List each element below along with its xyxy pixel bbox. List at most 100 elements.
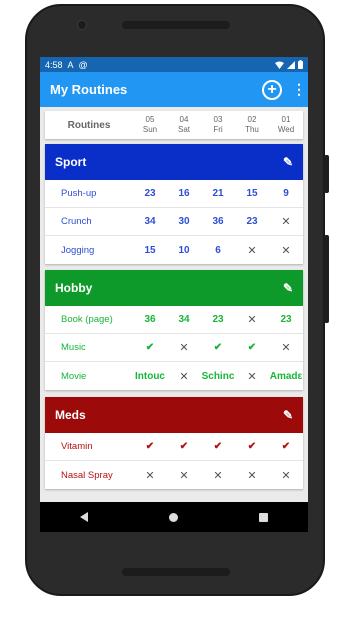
routine-name: Vitamin	[61, 441, 93, 452]
check-icon[interactable]: ✔	[133, 441, 167, 452]
cross-icon[interactable]: ✕	[269, 469, 303, 482]
category-header[interactable]: Hobby ✎	[45, 270, 303, 306]
cross-icon[interactable]: ✕	[269, 244, 303, 257]
cross-icon[interactable]: ✕	[269, 341, 303, 354]
routine-value[interactable]: 23	[235, 216, 269, 227]
category-card-meds: Meds ✎ Vitamin ✔ ✔ ✔ ✔ ✔ Nasal Spray ✕ ✕ ✕ ✕ ✕	[45, 397, 303, 489]
date-number: 01	[281, 115, 291, 124]
routine-value[interactable]: Schinc	[201, 371, 235, 382]
routine-value[interactable]: 10	[167, 245, 201, 256]
routine-value[interactable]: 36	[133, 314, 167, 325]
volume-button	[324, 235, 329, 323]
routine-name: Movie	[61, 370, 87, 382]
check-icon[interactable]: ✔	[235, 342, 269, 353]
cross-icon[interactable]: ✕	[167, 370, 201, 383]
app-title: My Routines	[50, 82, 128, 97]
cross-icon[interactable]: ✕	[167, 469, 201, 482]
cross-icon[interactable]: ✕	[235, 244, 269, 257]
routine-row[interactable]: Push-up 23 16 21 15 9	[45, 180, 303, 208]
routine-name: Music	[61, 342, 86, 353]
check-icon[interactable]: ✔	[235, 441, 269, 452]
routine-value[interactable]: 21	[201, 188, 235, 199]
cross-icon[interactable]: ✕	[235, 313, 269, 326]
date-column[interactable]: 01 Wed	[269, 115, 303, 135]
category-card-sport: Sport ✎ Push-up 23 16 21 15 9 Crunch 34 30 36 23 ✕ Jog…	[45, 144, 303, 264]
sync-icon: @	[78, 59, 88, 70]
category-header[interactable]: Meds ✎	[45, 397, 303, 433]
routine-name: Book (page)	[61, 314, 113, 325]
routine-value[interactable]: 34	[167, 314, 201, 325]
routine-value[interactable]: 9	[269, 188, 303, 199]
recents-icon[interactable]	[258, 512, 268, 522]
battery-icon	[298, 60, 303, 69]
routine-value[interactable]: 36	[201, 216, 235, 227]
routine-name: Crunch	[61, 216, 92, 227]
routine-row[interactable]: Crunch 34 30 36 23 ✕	[45, 208, 303, 236]
pencil-icon[interactable]: ✎	[283, 155, 293, 169]
cross-icon[interactable]: ✕	[167, 341, 201, 354]
check-icon[interactable]: ✔	[167, 441, 201, 452]
routine-name: Push-up	[61, 188, 97, 199]
routines-list[interactable]: Routines 05 Sun 04 Sat 03 Fri 02 Thu 01 Wed S…	[40, 107, 308, 530]
date-weekday: Fri	[213, 125, 223, 134]
date-column[interactable]: 02 Thu	[235, 115, 269, 135]
date-column[interactable]: 05 Sun	[133, 115, 167, 135]
category-title: Meds	[55, 408, 86, 422]
routine-value[interactable]: 23	[133, 188, 167, 199]
routine-value[interactable]: 23	[269, 314, 303, 325]
pencil-icon[interactable]: ✎	[283, 408, 293, 422]
routine-value[interactable]: 34	[133, 216, 167, 227]
date-column[interactable]: 04 Sat	[167, 115, 201, 135]
cross-icon[interactable]: ✕	[235, 370, 269, 383]
earpiece-speaker	[122, 21, 230, 29]
front-camera	[77, 20, 87, 30]
pencil-icon[interactable]: ✎	[283, 281, 293, 295]
cross-icon[interactable]: ✕	[235, 469, 269, 482]
routine-row[interactable]: Movie Intouc ✕ Schinc ✕ Amadε	[45, 362, 303, 390]
status-time: 4:58	[45, 59, 63, 70]
back-icon[interactable]	[80, 512, 89, 522]
date-column[interactable]: 03 Fri	[201, 115, 235, 135]
check-icon[interactable]: ✔	[269, 441, 303, 452]
wifi-icon	[275, 61, 284, 69]
screen: 4:58 A @ My Routines + ⋮ Routines 05 Sun …	[40, 57, 308, 532]
app-bar: My Routines + ⋮	[40, 72, 308, 107]
more-options-button[interactable]: ⋮	[292, 81, 306, 98]
date-weekday: Sat	[177, 125, 190, 134]
date-header: Routines 05 Sun 04 Sat 03 Fri 02 Thu 01 Wed	[45, 111, 303, 139]
plus-icon: +	[267, 80, 277, 98]
date-number: 02	[247, 115, 257, 124]
cross-icon[interactable]: ✕	[269, 215, 303, 228]
date-weekday: Thu	[245, 125, 259, 134]
routine-value[interactable]: Intouc	[133, 371, 167, 382]
check-icon[interactable]: ✔	[201, 441, 235, 452]
routine-name: Nasal Spray	[61, 469, 113, 481]
signal-icon	[287, 60, 295, 69]
status-bar: 4:58 A @	[40, 57, 308, 72]
category-card-hobby: Hobby ✎ Book (page) 36 34 23 ✕ 23 Music ✔ ✕ ✔ ✔ ✕ Movi…	[45, 270, 303, 390]
home-icon[interactable]	[168, 512, 178, 522]
routine-value[interactable]: 15	[133, 245, 167, 256]
add-routine-button[interactable]: +	[262, 79, 282, 100]
routine-value[interactable]: 15	[235, 188, 269, 199]
routine-value[interactable]: Amadε	[269, 371, 303, 382]
date-number: 03	[213, 115, 223, 124]
routine-row[interactable]: Vitamin ✔ ✔ ✔ ✔ ✔	[45, 433, 303, 461]
category-title: Hobby	[55, 281, 93, 295]
routine-value[interactable]: 30	[167, 216, 201, 227]
routine-row[interactable]: Nasal Spray ✕ ✕ ✕ ✕ ✕	[45, 461, 303, 489]
cross-icon[interactable]: ✕	[133, 469, 167, 482]
routine-value[interactable]: 23	[201, 314, 235, 325]
check-icon[interactable]: ✔	[133, 342, 167, 353]
category-title: Sport	[55, 155, 87, 169]
routine-value[interactable]: 6	[201, 245, 235, 256]
routine-value[interactable]: 16	[167, 188, 201, 199]
routine-row[interactable]: Music ✔ ✕ ✔ ✔ ✕	[45, 334, 303, 362]
bottom-speaker	[122, 568, 230, 576]
category-header[interactable]: Sport ✎	[45, 144, 303, 180]
routine-row[interactable]: Jogging 15 10 6 ✕ ✕	[45, 236, 303, 264]
check-icon[interactable]: ✔	[201, 342, 235, 353]
cross-icon[interactable]: ✕	[201, 469, 235, 482]
routine-row[interactable]: Book (page) 36 34 23 ✕ 23	[45, 306, 303, 334]
routine-name: Jogging	[61, 244, 95, 256]
